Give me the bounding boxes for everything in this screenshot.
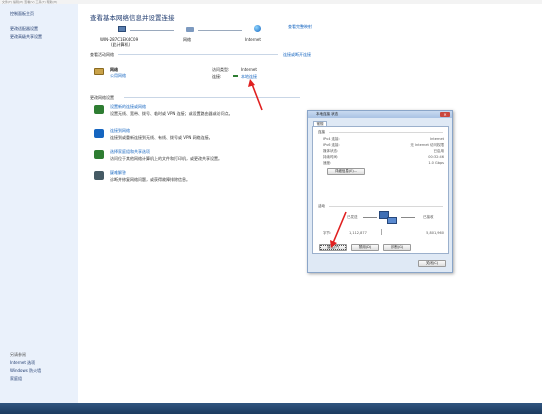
computer-subtitle: (此计算机) bbox=[111, 42, 131, 47]
see-also-internet-options[interactable]: Internet 选项 bbox=[10, 360, 35, 366]
access-type-label: 访问类型: bbox=[212, 67, 230, 72]
map-connector bbox=[198, 30, 242, 31]
general-panel: 连接 IPv4 连接: Internet IPv6 连接: 无 Internet… bbox=[312, 126, 449, 254]
activity-computer-icon bbox=[387, 217, 397, 224]
speed-label: 速度: bbox=[323, 161, 332, 165]
network-bench-icon bbox=[94, 68, 104, 75]
section-divider bbox=[118, 54, 278, 55]
ethernet-icon bbox=[233, 75, 238, 77]
task-new-connection[interactable]: 设置新的连接或网络 bbox=[110, 104, 146, 110]
activity-line bbox=[401, 217, 415, 218]
sent-label: 已发送 bbox=[347, 215, 358, 219]
network-icon bbox=[186, 27, 194, 32]
media-state-value: 已启用 bbox=[433, 149, 445, 153]
task-desc: 访问位于其他网络计算机上的文件和打印机，或更改共享设置。 bbox=[110, 156, 222, 161]
ipv6-label: IPv6 连接: bbox=[323, 143, 340, 147]
troubleshoot-icon bbox=[94, 171, 104, 180]
active-networks-title: 查看活动网络 bbox=[90, 52, 114, 57]
internet-map-label: Internet bbox=[245, 37, 261, 42]
network-type-link[interactable]: 公用网络 bbox=[110, 73, 126, 79]
ipv6-value: 无 Internet 访问权限 bbox=[410, 143, 444, 147]
map-connector bbox=[130, 30, 174, 31]
local-connection-status-dialog: 本地连接 状态 ✕ 常规 连接 IPv4 连接: Internet IPv6 连… bbox=[307, 110, 453, 273]
see-also-homegroup[interactable]: 家庭组 bbox=[10, 376, 22, 382]
diagnose-button[interactable]: 诊断(G) bbox=[383, 244, 411, 251]
received-label: 已接收 bbox=[423, 215, 434, 219]
speed-value: 1.0 Gbps bbox=[428, 161, 444, 165]
group-divider bbox=[329, 132, 443, 133]
access-type-value: Internet bbox=[241, 67, 257, 72]
bytes-label: 字节: bbox=[323, 231, 332, 235]
network-map-label: 网络 bbox=[183, 37, 191, 42]
group-divider bbox=[329, 206, 443, 207]
task-troubleshoot[interactable]: 疑难解答 bbox=[110, 170, 126, 176]
properties-button[interactable]: 属性(P) bbox=[319, 244, 347, 251]
task-desc: 诊断并修复网络问题，或获得故障排除信息。 bbox=[110, 177, 190, 182]
see-also-title: 另请参阅 bbox=[10, 352, 26, 357]
details-button[interactable]: 详细信息(E)... bbox=[327, 168, 365, 175]
task-connect-network[interactable]: 连接到网络 bbox=[110, 128, 130, 134]
disable-button[interactable]: 禁用(D) bbox=[351, 244, 379, 251]
dialog-close-button[interactable]: ✕ bbox=[440, 112, 450, 117]
computer-icon bbox=[118, 26, 126, 32]
section-divider bbox=[124, 97, 300, 98]
activity-line bbox=[363, 217, 377, 218]
taskbar[interactable] bbox=[0, 403, 542, 414]
ipv4-value: Internet bbox=[430, 137, 444, 141]
sidebar-home-link[interactable]: 控制面板主页 bbox=[10, 11, 34, 17]
view-full-map-link[interactable]: 查看完整映射 bbox=[288, 24, 312, 30]
ipv4-label: IPv4 连接: bbox=[323, 137, 340, 141]
local-connection-link[interactable]: 本地连接 bbox=[241, 74, 257, 80]
connect-disconnect-link[interactable]: 连接或断开连接 bbox=[283, 52, 311, 58]
activity-group-title: 活动 bbox=[318, 204, 325, 208]
task-desc: 设置无线、宽带、拨号、临时或 VPN 连接；或设置路由器或访问点。 bbox=[110, 111, 233, 116]
dialog-title[interactable]: 本地连接 状态 bbox=[308, 111, 452, 118]
homegroup-icon bbox=[94, 150, 104, 159]
duration-value: 00:32:46 bbox=[428, 155, 444, 159]
sidebar-item-adapter-settings[interactable]: 更改适配器设置 bbox=[10, 26, 38, 32]
media-state-label: 媒体状态: bbox=[323, 149, 339, 153]
globe-icon bbox=[254, 25, 261, 32]
connection-group-title: 连接 bbox=[318, 130, 325, 134]
sidebar: 控制面板主页 更改适配器设置 更改高级共享设置 另请参阅 Internet 选项… bbox=[0, 4, 78, 403]
page-title: 查看基本网络信息并设置连接 bbox=[90, 14, 175, 22]
connect-network-icon bbox=[94, 129, 104, 138]
task-desc: 连接到或重新连接到无线、有线、拨号或 VPN 网络连接。 bbox=[110, 135, 213, 140]
task-homegroup[interactable]: 选择家庭组和共享选项 bbox=[110, 149, 150, 155]
sent-bytes: 1,112,877 bbox=[349, 231, 367, 235]
connections-label: 连接: bbox=[212, 74, 222, 79]
see-also-firewall[interactable]: Windows 防火墙 bbox=[10, 368, 41, 374]
sidebar-item-advanced-sharing[interactable]: 更改高级共享设置 bbox=[10, 34, 42, 40]
received-bytes: 5,801,960 bbox=[426, 231, 444, 235]
change-settings-title: 更改网络设置 bbox=[90, 95, 114, 100]
close-button[interactable]: 关闭(C) bbox=[418, 260, 446, 267]
bytes-divider bbox=[381, 229, 382, 235]
duration-label: 持续时间: bbox=[323, 155, 339, 159]
new-connection-icon bbox=[94, 105, 104, 114]
